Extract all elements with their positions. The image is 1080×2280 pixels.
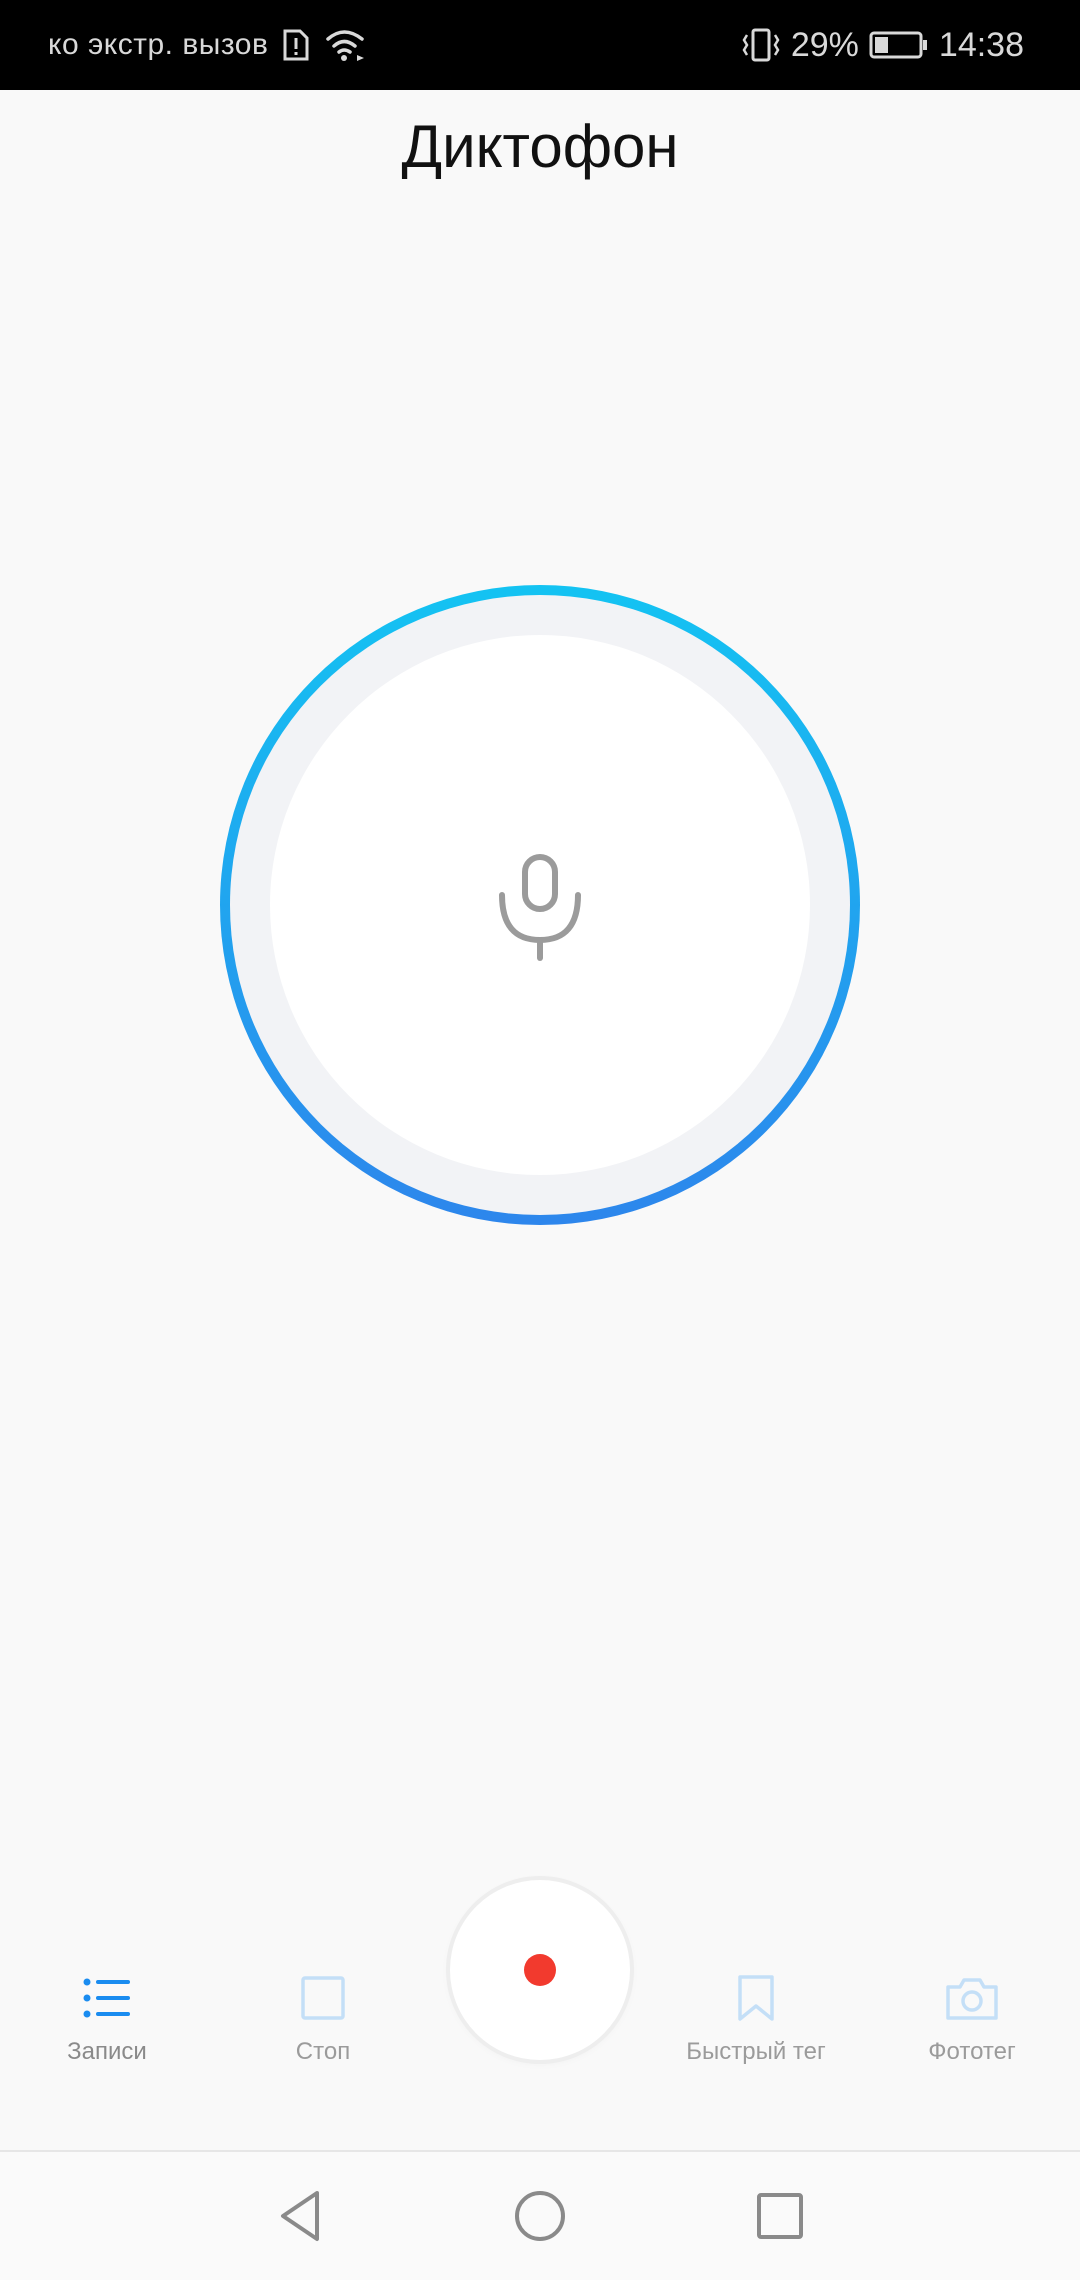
recording-visualizer xyxy=(215,580,865,1230)
bookmark-icon xyxy=(666,1970,846,2026)
vibrate-icon xyxy=(741,27,781,63)
back-icon[interactable] xyxy=(264,2180,336,2252)
recents-icon[interactable] xyxy=(744,2180,816,2252)
wifi-icon xyxy=(324,27,368,63)
home-icon[interactable] xyxy=(504,2180,576,2252)
quick-tag-button[interactable]: Быстрый тег xyxy=(666,1970,846,2066)
battery-icon xyxy=(869,29,929,61)
navigation-bar xyxy=(0,2152,1080,2280)
stop-button[interactable]: Стоп xyxy=(233,1970,413,2066)
quick-tag-label: Быстрый тег xyxy=(686,2038,826,2065)
status-left: ко экстр. вызов xyxy=(48,0,368,90)
carrier-text: ко экстр. вызов xyxy=(48,28,269,61)
bottom-toolbar: Записи Стоп Быстрый тег Фототег xyxy=(0,1880,1080,2150)
battery-percent: 29% xyxy=(790,25,859,64)
photo-tag-label: Фототег xyxy=(928,2038,1016,2065)
clock: 14:38 xyxy=(938,25,1024,64)
record-dot-icon xyxy=(524,1954,556,1986)
camera-icon xyxy=(882,1970,1062,2026)
records-label: Записи xyxy=(67,2038,147,2065)
page-title: Диктофон xyxy=(401,113,679,180)
sim-alert-icon xyxy=(282,28,310,62)
photo-tag-button[interactable]: Фототег xyxy=(882,1970,1062,2066)
status-right: 29% 14:38 xyxy=(741,0,1024,90)
inner-disc xyxy=(270,635,810,1175)
stop-icon xyxy=(233,1970,413,2026)
list-icon xyxy=(17,1970,197,2026)
records-button[interactable]: Записи xyxy=(17,1970,197,2066)
stop-label: Стоп xyxy=(295,2038,351,2065)
status-bar: ко экстр. вызов 29% 14:38 xyxy=(0,0,1080,90)
record-button[interactable] xyxy=(450,1880,630,2060)
